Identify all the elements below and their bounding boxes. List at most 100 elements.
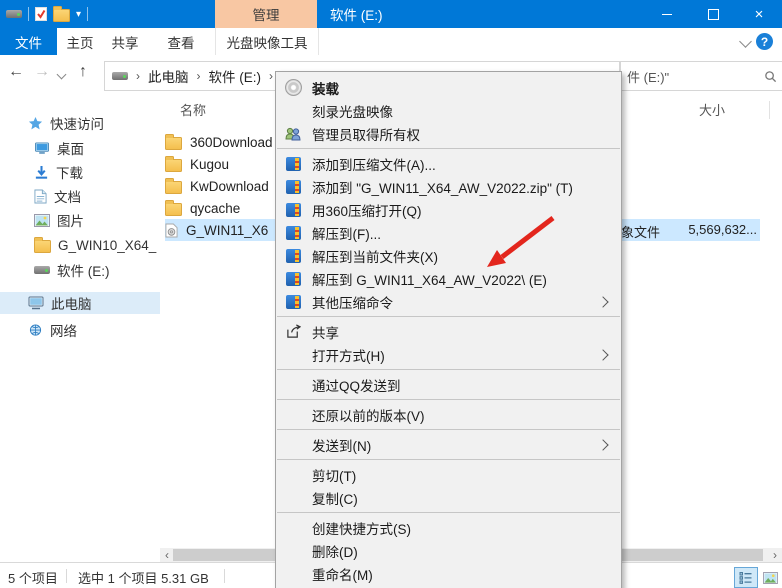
zip-archive-icon (286, 249, 301, 263)
toolbar-separator (87, 7, 88, 21)
menu-separator (277, 459, 620, 460)
menu-item-share[interactable]: 共享 (276, 320, 621, 343)
drive-icon (34, 266, 50, 274)
menu-separator (277, 316, 620, 317)
menu-item-create-shortcut[interactable]: 创建快捷方式(S) (276, 516, 621, 539)
users-icon (285, 127, 301, 141)
details-view-button[interactable] (734, 567, 758, 588)
menu-item-send-to[interactable]: 发送到(N) (276, 433, 621, 456)
status-separator (224, 569, 225, 583)
up-button[interactable]: ↑ (79, 63, 87, 81)
menu-item-take-ownership[interactable]: 管理员取得所有权 (276, 122, 621, 145)
submenu-arrow-icon (597, 439, 608, 450)
share-icon (286, 324, 301, 339)
maximize-icon (708, 9, 719, 20)
disc-image-file-icon (165, 223, 178, 238)
details-view-icon (739, 572, 753, 584)
menu-item-mount[interactable]: 装载 (276, 76, 621, 99)
menu-item-open-with[interactable]: 打开方式(H) (276, 343, 621, 366)
new-folder-button[interactable] (53, 6, 70, 22)
breadcrumb-this-pc[interactable]: 此电脑 (148, 66, 189, 86)
menu-separator (277, 429, 620, 430)
app-drive-icon (6, 10, 22, 18)
menu-item-extract-to[interactable]: 解压到(F)... (276, 221, 621, 244)
contextual-tab-manage[interactable]: 管理 (215, 0, 317, 28)
tab-share[interactable]: 共享 (106, 28, 144, 55)
items-count: 5 个项目 (8, 568, 58, 587)
menu-item-add-to-named-zip[interactable]: 添加到 "G_WIN11_X64_AW_V2022.zip" (T) (276, 175, 621, 198)
menu-item-open-with-360zip[interactable]: 用360压缩打开(Q) (276, 198, 621, 221)
tab-view[interactable]: 查看 (162, 28, 200, 55)
ribbon-collapse-icon[interactable] (739, 35, 752, 48)
column-header-name[interactable]: 名称 (180, 100, 206, 119)
window-title: 软件 (E:) (330, 0, 383, 28)
menu-item-extract-here[interactable]: 解压到当前文件夹(X) (276, 244, 621, 267)
tab-disc-image-tools[interactable]: 光盘映像工具 (215, 28, 319, 55)
status-separator (66, 569, 67, 583)
menu-item-add-to-archive[interactable]: 添加到压缩文件(A)... (276, 152, 621, 175)
qat-menu-button[interactable]: ▾ (76, 9, 81, 20)
properties-button[interactable] (35, 7, 47, 21)
quick-access-toolbar: ▾ (0, 0, 88, 28)
download-icon (34, 165, 49, 180)
menu-item-restore-previous-versions[interactable]: 还原以前的版本(V) (276, 403, 621, 426)
recent-locations-icon[interactable] (57, 70, 67, 80)
menu-item-burn-disc-image[interactable]: 刻录光盘映像 (276, 99, 621, 122)
scroll-right-icon[interactable]: › (768, 548, 782, 562)
computer-icon (28, 296, 44, 310)
menu-separator (277, 369, 620, 370)
zip-archive-icon (286, 272, 301, 286)
help-button[interactable]: ? (756, 33, 773, 50)
selection-summary: 选中 1 个项目 5.31 GB (78, 568, 209, 587)
menu-item-cut[interactable]: 剪切(T) (276, 463, 621, 486)
navigation-pane: 快速访问 桌面 下载 文档 图片 G_WIN10_X64_ (0, 95, 160, 548)
drive-icon (112, 72, 128, 80)
tab-home[interactable]: 主页 (61, 28, 99, 55)
close-button[interactable]: × (736, 0, 782, 28)
column-separator[interactable] (769, 101, 770, 119)
menu-item-send-via-qq[interactable]: 通过QQ发送到 (276, 373, 621, 396)
submenu-arrow-icon (597, 296, 608, 307)
breadcrumb-separator-icon: › (128, 69, 148, 83)
folder-icon (165, 137, 182, 150)
menu-item-extract-to-named-folder[interactable]: 解压到 G_WIN11_X64_AW_V2022\ (E) (276, 267, 621, 290)
minimize-icon (662, 14, 672, 15)
zip-archive-icon (286, 295, 301, 309)
menu-separator (277, 399, 620, 400)
folder-icon (165, 159, 182, 172)
zip-archive-icon (286, 180, 301, 194)
menu-item-delete[interactable]: 删除(D) (276, 539, 621, 562)
submenu-arrow-icon (597, 349, 608, 360)
search-icon (764, 70, 777, 83)
star-icon (28, 116, 43, 131)
menu-item-rename[interactable]: 重命名(M) (276, 562, 621, 585)
context-menu: 装载 刻录光盘映像 管理员取得所有权 添加到压缩文件(A)... 添加到 "G_… (275, 71, 622, 588)
search-input[interactable]: 件 (E:)" (620, 61, 782, 91)
desktop-icon (34, 142, 50, 155)
ribbon-tab-bar: 文件 主页 共享 查看 光盘映像工具 ? (0, 28, 782, 56)
breadcrumb-drive-e[interactable]: 软件 (E:) (209, 66, 262, 86)
zip-archive-icon (286, 203, 301, 217)
thumbnail-view-button[interactable] (758, 567, 782, 588)
folder-icon (165, 181, 182, 194)
menu-item-other-compress-commands[interactable]: 其他压缩命令 (276, 290, 621, 313)
menu-item-copy[interactable]: 复制(C) (276, 486, 621, 509)
file-size-value: 5,569,632... (640, 222, 757, 237)
tab-file[interactable]: 文件 (0, 28, 57, 55)
document-icon (34, 189, 47, 204)
disc-icon (285, 79, 302, 96)
forward-button[interactable]: → (34, 63, 50, 81)
back-button[interactable]: ← (8, 63, 24, 81)
zip-archive-icon (286, 226, 301, 240)
close-icon: × (755, 7, 764, 22)
maximize-button[interactable] (690, 0, 736, 28)
search-text: 件 (E:)" (627, 67, 669, 86)
menu-separator (277, 148, 620, 149)
minimize-button[interactable] (644, 0, 690, 28)
column-header-size[interactable]: 大小 (699, 100, 725, 119)
pictures-icon (34, 214, 50, 227)
properties-icon (35, 7, 47, 21)
scroll-left-icon[interactable]: ‹ (160, 548, 174, 562)
thumbnail-view-icon (763, 572, 778, 584)
network-icon (28, 324, 43, 337)
